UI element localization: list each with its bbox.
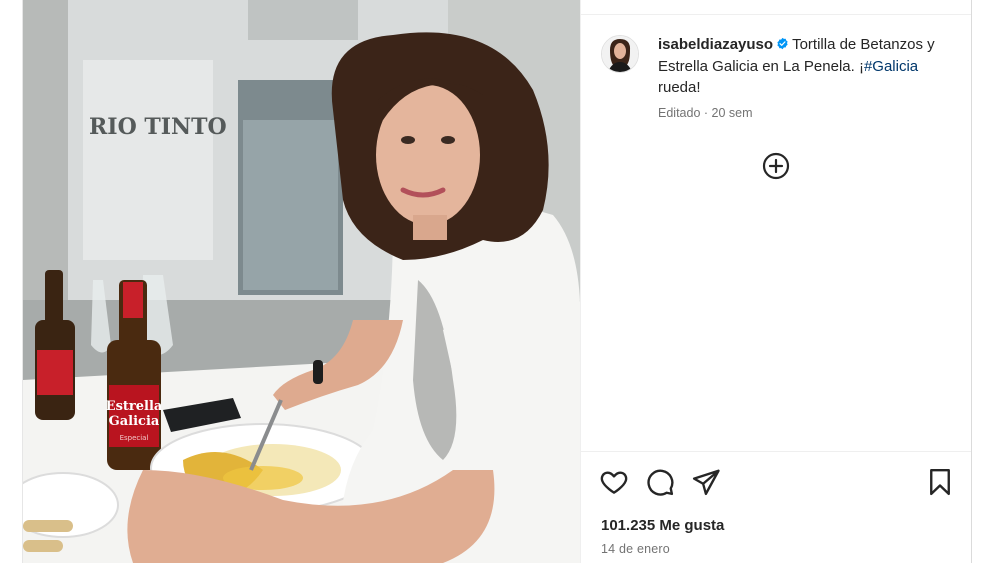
post-photo[interactable]: RIO TINTO Estrella Galicia Especial: [23, 0, 580, 563]
post-meta: Editado · 20 sem: [658, 106, 753, 120]
time-ago[interactable]: 20 sem: [712, 106, 753, 120]
edited-label: Editado: [658, 106, 701, 120]
post-caption: isabeldiazayuso Tortilla de Betanzos y Es…: [658, 34, 948, 99]
bottle-label-line2: Galicia: [109, 414, 160, 429]
post-date[interactable]: 14 de enero: [601, 542, 670, 556]
share-icon[interactable]: [691, 467, 721, 497]
storefront-sign: RIO TINTO: [89, 114, 227, 140]
meta-separator: ·: [703, 106, 709, 120]
caption-end: rueda!: [658, 79, 701, 96]
heart-icon[interactable]: [599, 467, 629, 497]
username-link[interactable]: isabeldiazayuso: [658, 36, 773, 53]
bookmark-icon[interactable]: [925, 467, 955, 497]
comment-icon[interactable]: [645, 467, 675, 497]
add-circle-icon[interactable]: [762, 152, 790, 180]
likes-count[interactable]: 101.235 Me gusta: [601, 517, 724, 534]
post-side-panel: isabeldiazayuso Tortilla de Betanzos y Es…: [580, 0, 971, 563]
bottle-label-line1: Estrella: [106, 399, 163, 414]
hashtag-link[interactable]: #Galicia: [864, 58, 918, 75]
bottle-label-small: Especial: [120, 434, 149, 442]
instagram-post: RIO TINTO Estrella Galicia Especial isab…: [22, 0, 972, 563]
panel-divider-top: [581, 14, 971, 15]
avatar[interactable]: [601, 35, 639, 73]
verified-badge-icon: [776, 35, 789, 50]
panel-divider-actions: [581, 451, 971, 452]
